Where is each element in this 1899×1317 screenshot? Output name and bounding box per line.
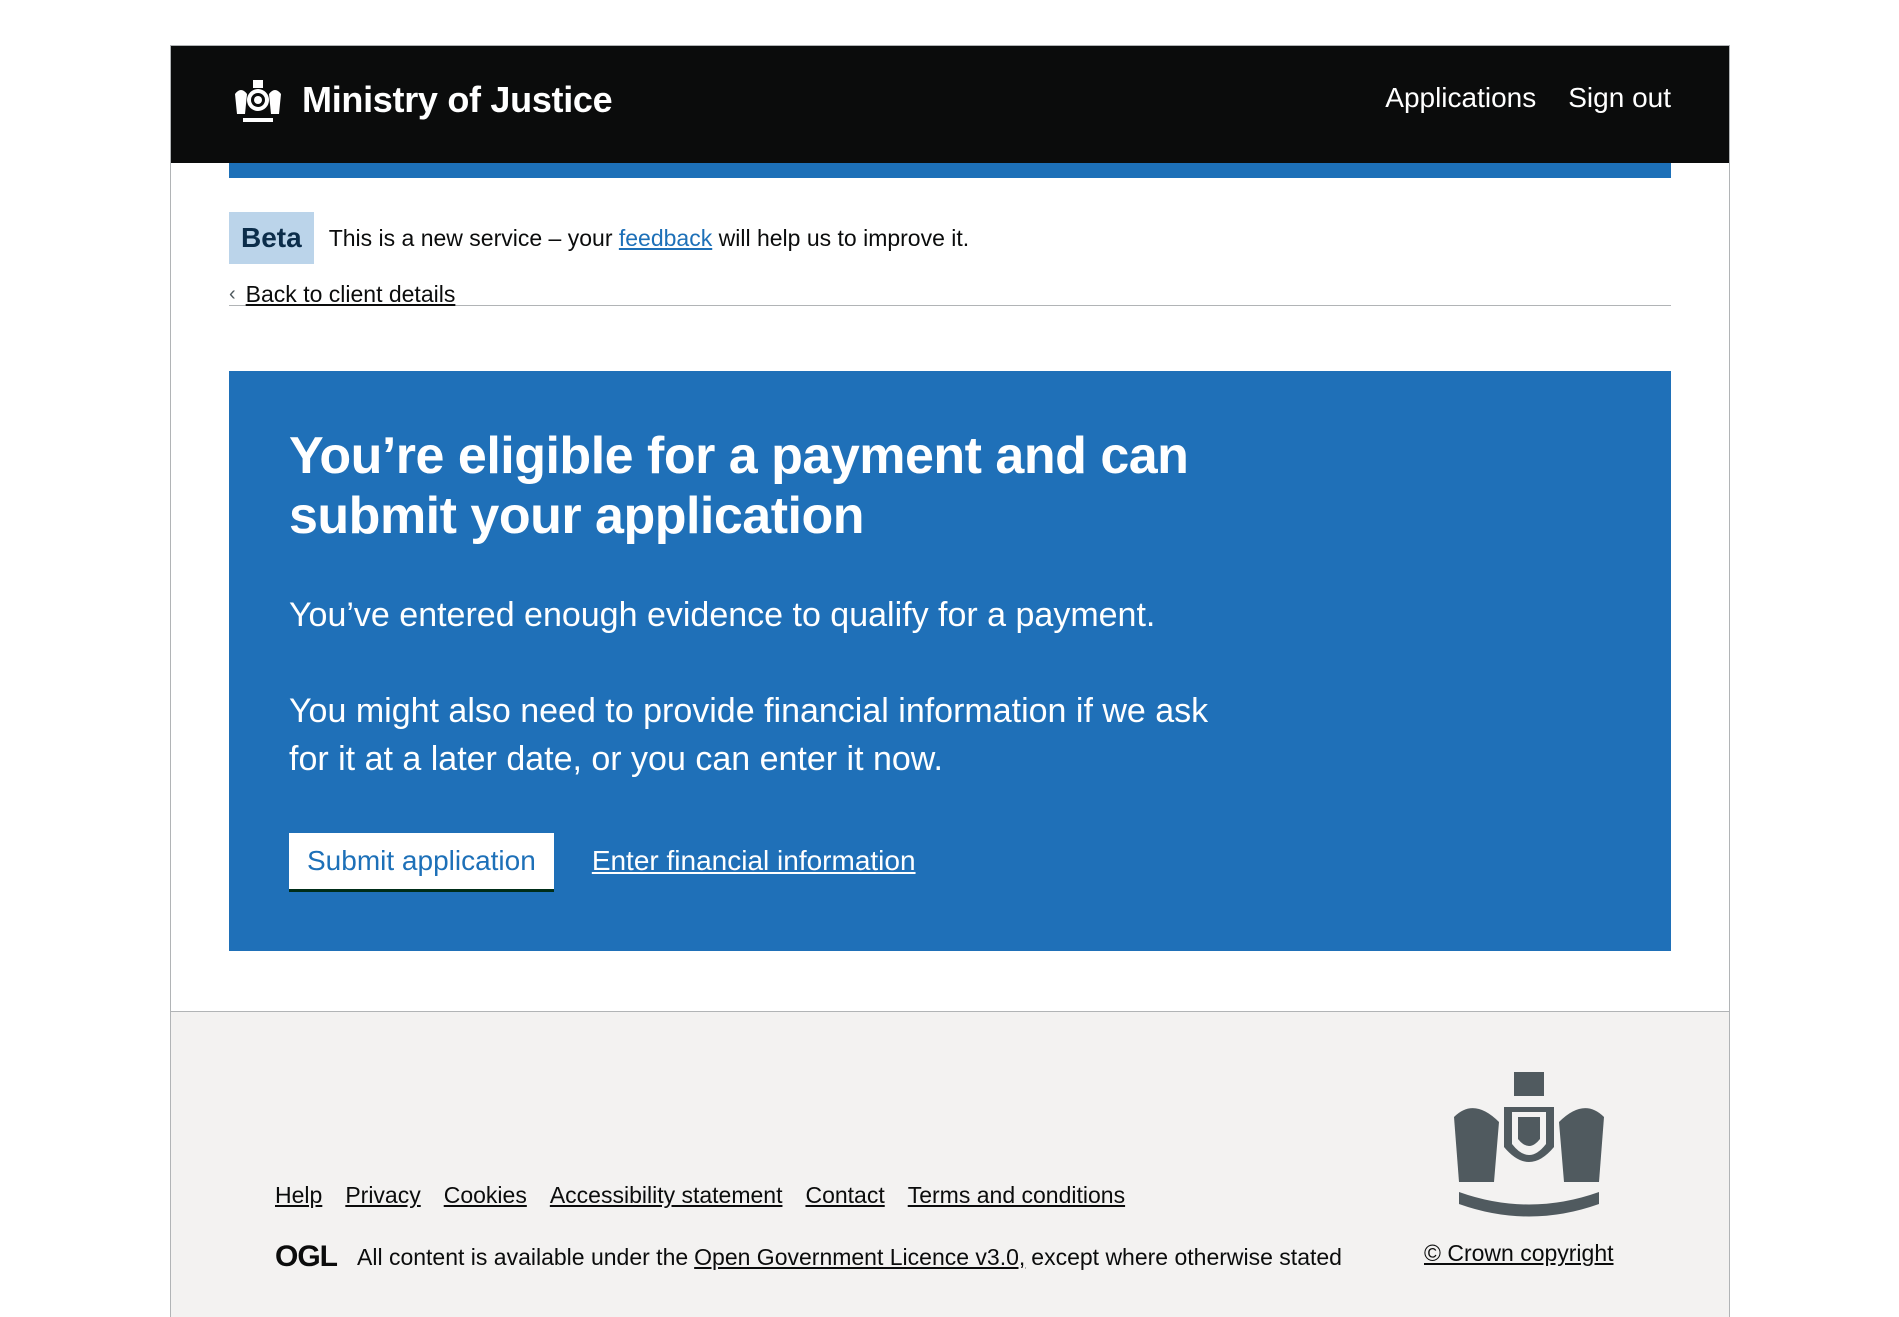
header-logo[interactable]: Ministry of Justice (229, 74, 613, 126)
nav-sign-out[interactable]: Sign out (1568, 82, 1671, 114)
footer-link-help[interactable]: Help (275, 1182, 322, 1209)
chevron-left-icon: ‹ (229, 283, 236, 305)
footer-link-contact[interactable]: Contact (805, 1182, 884, 1209)
footer-link-terms[interactable]: Terms and conditions (908, 1182, 1125, 1209)
page-frame: Ministry of Justice Applications Sign ou… (170, 45, 1730, 1317)
panel-paragraph-1: You’ve entered enough evidence to qualif… (289, 596, 1156, 634)
phase-text-after: will help us to improve it. (718, 224, 970, 251)
licence-text-after: except where otherwise stated (1031, 1243, 1342, 1270)
footer-link-accessibility[interactable]: Accessibility statement (550, 1182, 783, 1209)
footer-links: Help Privacy Cookies Accessibility state… (275, 1182, 1125, 1209)
site-footer: Help Privacy Cookies Accessibility state… (171, 1011, 1729, 1317)
eligibility-panel: You’re eligible for a payment and can su… (229, 371, 1671, 951)
submit-application-button[interactable]: Submit application (289, 833, 554, 889)
header-nav: Applications Sign out (1385, 82, 1671, 114)
feedback-link[interactable]: feedback (619, 225, 712, 251)
phase-tag: Beta (229, 212, 314, 264)
royal-crest-icon (235, 80, 281, 122)
ogl-logo: OGL (275, 1240, 338, 1273)
panel-paragraph-2: You might also need to provide financial… (289, 692, 1209, 778)
royal-coat-of-arms-icon (1454, 1072, 1604, 1217)
phase-text: This is a new service – your feedback wi… (329, 225, 969, 252)
panel-title: You’re eligible for a payment and can su… (289, 427, 1189, 545)
nav-applications[interactable]: Applications (1385, 82, 1536, 114)
licence-text-before: All content is available under the (357, 1243, 689, 1270)
header-title: Ministry of Justice (302, 79, 613, 120)
back-link-label: Back to client details (245, 281, 456, 307)
site-header: Ministry of Justice Applications Sign ou… (171, 46, 1729, 163)
back-link[interactable]: ‹ Back to client details (229, 281, 455, 308)
header-blue-strip (229, 163, 1671, 178)
enter-financial-information-link[interactable]: Enter financial information (592, 845, 916, 877)
licence-statement: OGL All content is available under the O… (275, 1240, 1342, 1274)
panel-actions: Submit application Enter financial infor… (289, 833, 1611, 889)
crown-copyright-link[interactable]: © Crown copyright (1424, 1240, 1614, 1267)
footer-link-cookies[interactable]: Cookies (444, 1182, 527, 1209)
licence-link[interactable]: Open Government Licence v3.0, (694, 1244, 1025, 1271)
phase-text-before: This is a new service – your (328, 224, 613, 251)
footer-link-privacy[interactable]: Privacy (345, 1182, 420, 1209)
